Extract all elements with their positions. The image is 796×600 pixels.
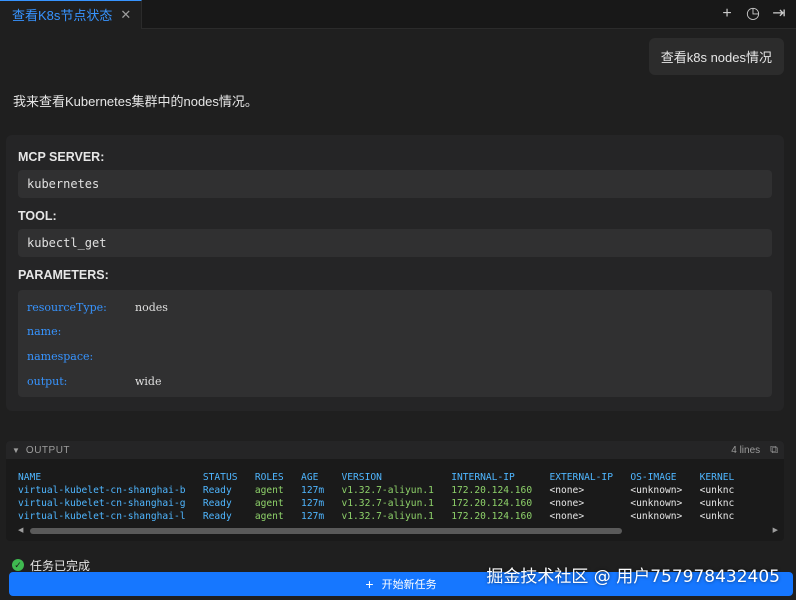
output-cell: virtual-kubelet-cn-shanghai-b [18, 485, 203, 496]
param-key: resourceType: [27, 301, 107, 314]
output-cell: 127m [301, 511, 342, 522]
output-cell: 172.20.124.160 [451, 498, 550, 509]
output-cell: agent [254, 498, 302, 509]
line-count: 4 lines [731, 444, 761, 456]
output-cell: agent [254, 485, 302, 496]
status-text: 任务已完成 [30, 558, 91, 573]
output-cell: <none> [549, 498, 631, 509]
history-icon[interactable]: ◷ [746, 6, 760, 22]
param-key: name: [27, 325, 62, 338]
param-row: name: [27, 325, 135, 338]
output-cell: <unknown> [630, 485, 700, 496]
output-header-row: NAME STATUS ROLES AGE VERSION INTERNAL-I… [18, 471, 734, 484]
output-cell: virtual-kubelet-cn-shanghai-l [18, 511, 203, 522]
param-row: resourceType: nodes [27, 301, 168, 314]
user-message: 查看k8s nodes情况 [648, 38, 784, 75]
output-cell: v1.32.7-aliyun.1 [341, 511, 452, 522]
mcp-server-label: MCP SERVER: [18, 150, 105, 164]
scrollbar-thumb[interactable] [30, 528, 622, 534]
output-cell: <unknown> [630, 498, 700, 509]
param-key: namespace: [27, 350, 94, 363]
output-cell: NAME [18, 472, 203, 483]
output-cell: Ready [202, 511, 255, 522]
chevron-down-icon[interactable]: ▼ [12, 446, 20, 455]
tool-value: kubectl_get [18, 229, 772, 257]
collapse-panel-icon[interactable]: ⇥ [772, 6, 786, 22]
param-value: nodes [135, 301, 168, 314]
check-icon: ✓ [12, 559, 24, 571]
add-icon[interactable]: + [720, 6, 734, 22]
horizontal-scrollbar[interactable]: ◀ ▶ [18, 526, 778, 534]
output-cell: agent [254, 511, 302, 522]
tab-k8s-node-status[interactable]: 查看K8s节点状态 ✕ [0, 0, 143, 29]
new-task-label: 开始新任务 [381, 579, 437, 591]
scroll-left-icon[interactable]: ◀ [18, 526, 23, 534]
tab-actions: + ◷ ⇥ [720, 6, 796, 22]
output-cell: <unknc [699, 485, 735, 496]
parameters-box: resourceType: nodes name: namespace: outp… [18, 290, 772, 397]
parameters-label: PARAMETERS: [18, 268, 109, 282]
watermark: 掘金技术社区 @ 用户757978432405 [486, 567, 780, 587]
output-cell: OS-IMAGE [630, 472, 700, 483]
param-row: output: wide [27, 375, 162, 388]
output-cell: ROLES [254, 472, 302, 483]
assistant-message: 我来查看Kubernetes集群中的nodes情况。 [13, 94, 258, 109]
output-header[interactable]: ▼ OUTPUT 4 lines ⧉ [6, 441, 784, 459]
output-panel: ▼ OUTPUT 4 lines ⧉ NAME STATUS ROLES AGE… [6, 441, 784, 541]
param-value: wide [135, 375, 162, 388]
output-cell: KERNEL [699, 472, 735, 483]
tool-label: TOOL: [18, 209, 57, 223]
output-cell: EXTERNAL-IP [549, 472, 631, 483]
output-cell: v1.32.7-aliyun.1 [341, 485, 452, 496]
output-cell: <none> [549, 511, 631, 522]
output-cell: 172.20.124.160 [451, 511, 550, 522]
output-cell: <none> [549, 485, 631, 496]
param-key: output: [27, 375, 68, 388]
output-cell: Ready [202, 498, 255, 509]
output-cell: <unknown> [630, 511, 700, 522]
mcp-server-value: kubernetes [18, 170, 772, 198]
output-cell: VERSION [341, 472, 452, 483]
copy-icon[interactable]: ⧉ [770, 444, 778, 457]
output-cell: <unknc [699, 511, 735, 522]
output-content: NAME STATUS ROLES AGE VERSION INTERNAL-I… [18, 471, 734, 523]
output-cell: 127m [301, 485, 342, 496]
close-icon[interactable]: ✕ [120, 7, 131, 23]
tab-bar: 查看K8s节点状态 ✕ + ◷ ⇥ [0, 0, 796, 29]
output-cell: 127m [301, 498, 342, 509]
output-row: virtual-kubelet-cn-shanghai-b Ready agen… [18, 484, 734, 497]
output-cell: Ready [202, 485, 255, 496]
scroll-right-icon[interactable]: ▶ [773, 526, 778, 534]
tool-call-card: MCP SERVER: kubernetes TOOL: kubectl_get… [6, 135, 784, 411]
output-cell: v1.32.7-aliyun.1 [341, 498, 452, 509]
output-row: virtual-kubelet-cn-shanghai-l Ready agen… [18, 510, 734, 523]
output-cell: virtual-kubelet-cn-shanghai-g [18, 498, 203, 509]
param-row: namespace: [27, 350, 135, 363]
output-cell: AGE [301, 472, 342, 483]
output-cell: <unknc [699, 498, 735, 509]
output-cell: STATUS [202, 472, 255, 483]
output-cell: 172.20.124.160 [451, 485, 550, 496]
output-title: OUTPUT [25, 444, 71, 456]
plus-icon: + [365, 576, 374, 592]
tab-label: 查看K8s节点状态 [12, 8, 113, 23]
output-row: virtual-kubelet-cn-shanghai-g Ready agen… [18, 497, 734, 510]
output-cell: INTERNAL-IP [451, 472, 550, 483]
